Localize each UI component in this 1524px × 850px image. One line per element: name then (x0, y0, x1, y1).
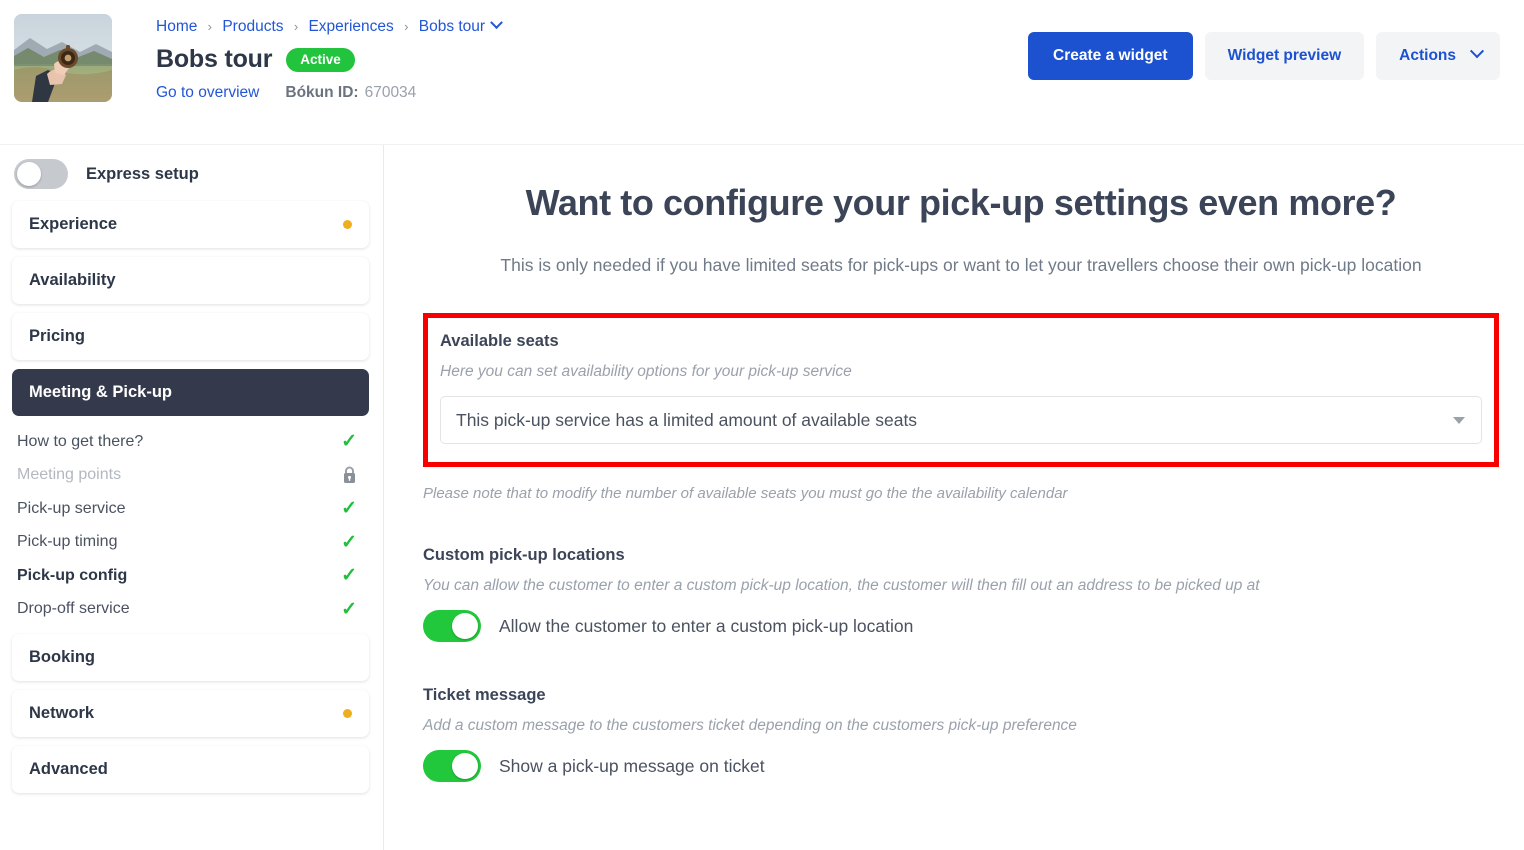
breadcrumb-separator: › (207, 19, 213, 34)
available-seats-title: Available seats (440, 332, 559, 350)
sidebar-item-network[interactable]: Network (12, 690, 369, 737)
create-widget-button[interactable]: Create a widget (1028, 32, 1193, 80)
sidebar-subitem-label: How to get there? (17, 432, 144, 450)
chevron-down-icon (1453, 416, 1465, 424)
sidebar-item-label: Meeting & Pick-up (29, 383, 173, 401)
actions-button[interactable]: Actions (1376, 32, 1500, 80)
sidebar-subitem-meeting-points: Meeting points (4, 459, 377, 493)
main-subheading: This is only needed if you have limited … (500, 255, 1422, 275)
breadcrumb-home[interactable]: Home (156, 18, 197, 35)
check-icon: ✓ (341, 431, 357, 453)
sidebar-subitem-label: Drop-off service (17, 600, 130, 618)
available-seats-select[interactable]: This pick-up service has a limited amoun… (440, 396, 1482, 444)
custom-locations-title: Custom pick-up locations (423, 546, 625, 564)
ticket-message-section: Ticket message Add a custom message to t… (423, 686, 1499, 782)
sidebar-item-label: Availability (29, 271, 116, 289)
ticket-message-title: Ticket message (423, 686, 546, 704)
sidebar-subitem-label: Meeting points (17, 466, 122, 484)
chevron-down-icon[interactable] (490, 16, 503, 30)
available-seats-description: Here you can set availability options fo… (440, 363, 852, 380)
header-actions: Create a widget Widget preview Actions (1028, 14, 1500, 80)
sidebar-item-experience[interactable]: Experience (12, 201, 369, 248)
widget-preview-button[interactable]: Widget preview (1204, 32, 1365, 80)
custom-locations-toggle-label: Allow the customer to enter a custom pic… (499, 615, 914, 636)
sidebar-item-label: Booking (29, 648, 95, 666)
toggle-knob (17, 162, 41, 186)
sidebar-subitem-label: Pick-up service (17, 499, 126, 517)
go-to-overview-link[interactable]: Go to overview (156, 83, 259, 103)
header-info: Home › Products › Experiences › Bobs tou… (156, 14, 1028, 103)
breadcrumb-separator: › (293, 19, 299, 34)
title-row: Bobs tour Active (156, 45, 1028, 74)
breadcrumb-current[interactable]: Bobs tour (419, 18, 485, 35)
sidebar-item-label: Pricing (29, 327, 85, 345)
ticket-message-toggle-row: Show a pick-up message on ticket (423, 750, 1499, 782)
custom-locations-toggle-row: Allow the customer to enter a custom pic… (423, 610, 1499, 642)
sidebar-subitem-how-to-get-there[interactable]: How to get there? ✓ (4, 425, 377, 459)
sidebar-item-label: Advanced (29, 760, 108, 778)
ticket-message-description: Add a custom message to the customers ti… (423, 717, 1077, 734)
check-icon: ✓ (341, 531, 357, 553)
actions-button-label: Actions (1399, 47, 1456, 64)
available-seats-highlight: Available seats Here you can set availab… (423, 313, 1499, 467)
lock-icon (344, 466, 355, 484)
status-badge: Active (286, 47, 355, 72)
chevron-down-icon (1469, 44, 1485, 59)
page-title: Bobs tour (156, 45, 273, 73)
sidebar-sub-list: How to get there? ✓ Meeting points Pick-… (4, 425, 377, 626)
sidebar-item-label: Network (29, 704, 95, 722)
warning-dot-icon (343, 220, 352, 229)
warning-dot-icon (343, 709, 352, 718)
custom-locations-section: Custom pick-up locations You can allow t… (423, 546, 1499, 642)
sidebar-item-meeting-pickup[interactable]: Meeting & Pick-up (12, 369, 369, 416)
main-content: Want to configure your pick-up settings … (384, 145, 1524, 850)
custom-locations-description: You can allow the customer to enter a cu… (423, 577, 1260, 594)
main-heading: Want to configure your pick-up settings … (525, 182, 1397, 223)
check-icon: ✓ (341, 598, 357, 620)
check-icon: ✓ (341, 498, 357, 520)
express-setup-label: Express setup (86, 164, 199, 183)
available-seats-selected-value: This pick-up service has a limited amoun… (456, 409, 918, 430)
sidebar-subitem-label: Pick-up timing (17, 533, 118, 551)
toggle-knob (452, 753, 478, 779)
sidebar-subitem-pickup-service[interactable]: Pick-up service ✓ (4, 492, 377, 526)
sidebar-item-advanced[interactable]: Advanced (12, 746, 369, 793)
sidebar-item-availability[interactable]: Availability (12, 257, 369, 304)
body: Express setup Experience Availability Pr… (0, 145, 1524, 850)
sidebar-subitem-pickup-timing[interactable]: Pick-up timing ✓ (4, 526, 377, 560)
ticket-message-toggle[interactable] (423, 750, 481, 782)
sidebar-item-label: Experience (29, 215, 118, 233)
bokun-id-label: Bókun ID: (285, 84, 359, 101)
sidebar-subitem-label: Pick-up config (17, 566, 128, 584)
available-seats-note: Please note that to modify the number of… (423, 485, 1068, 502)
product-thumbnail-image (14, 14, 112, 102)
sidebar-item-pricing[interactable]: Pricing (12, 313, 369, 360)
custom-locations-toggle[interactable] (423, 610, 481, 642)
product-thumbnail[interactable] (14, 14, 112, 102)
toggle-knob (452, 613, 478, 639)
breadcrumb-experiences[interactable]: Experiences (308, 18, 393, 35)
sidebar-subitem-dropoff-service[interactable]: Drop-off service ✓ (4, 593, 377, 627)
breadcrumb-products[interactable]: Products (222, 18, 283, 35)
breadcrumb: Home › Products › Experiences › Bobs tou… (156, 16, 1028, 38)
ticket-message-toggle-label: Show a pick-up message on ticket (499, 755, 765, 776)
express-setup-row: Express setup (4, 145, 377, 201)
bokun-id-value: 670034 (364, 84, 417, 101)
header-subrow: Go to overview Bókun ID: 670034 (156, 83, 1028, 103)
sidebar-item-booking[interactable]: Booking (12, 634, 369, 681)
page-header: Home › Products › Experiences › Bobs tou… (0, 0, 1524, 145)
check-icon: ✓ (341, 565, 357, 587)
breadcrumb-separator: › (404, 19, 409, 34)
sidebar-subitem-pickup-config[interactable]: Pick-up config ✓ (4, 559, 377, 593)
sidebar: Express setup Experience Availability Pr… (0, 145, 384, 850)
express-setup-toggle[interactable] (14, 159, 68, 189)
